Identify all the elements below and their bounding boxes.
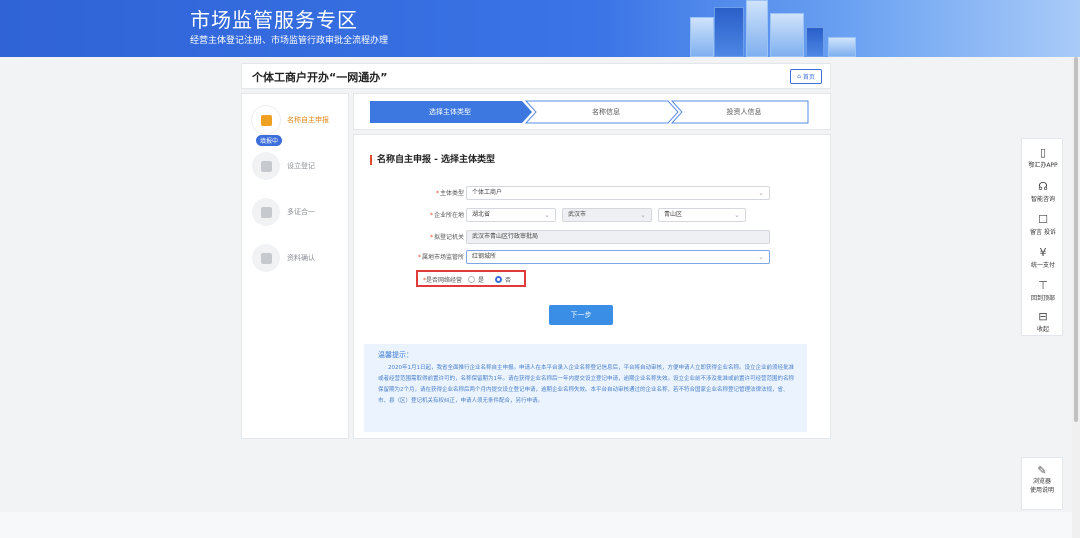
- next-step-button[interactable]: 下一步: [549, 305, 613, 325]
- toolbar-message-label: 留言 投诉: [1030, 229, 1056, 236]
- toolbar-message[interactable]: ☐ 留言 投诉: [1022, 213, 1064, 237]
- chevron-down-icon: ⌄: [758, 253, 764, 261]
- scrollbar-thumb[interactable]: [1074, 57, 1078, 422]
- supervision-office-select[interactable]: 红钢城所 ⌄: [466, 250, 770, 264]
- entity-type-label: *主体类型: [435, 190, 464, 197]
- step-multi-certificate[interactable]: 多证合一: [252, 198, 315, 226]
- online-business-radio-group: *是否网络经营 是 否: [416, 270, 526, 287]
- banner-subtitle: 经营主体登记注册、市场监管行政审批全流程办理: [190, 36, 389, 46]
- toolbar-collapse-label: 收起: [1036, 326, 1049, 333]
- toolbar-top-label: 回到顶部: [1030, 295, 1055, 302]
- step-label: 名称自主申报: [287, 116, 329, 124]
- step-label: 资料确认: [287, 254, 315, 262]
- notice-heading: 温馨提示：: [378, 351, 413, 359]
- step-establishment-registration[interactable]: 设立登记: [252, 152, 315, 180]
- document-icon: [252, 244, 280, 272]
- edit-icon: [252, 106, 280, 134]
- page-scrollbar[interactable]: [1072, 57, 1080, 538]
- chevron-down-icon: ⌄: [758, 189, 764, 197]
- toolbar-app[interactable]: ▯ 鄂汇办APP: [1022, 146, 1064, 170]
- back-to-top-icon: ⊤: [1038, 279, 1048, 292]
- radio-no-label: 否: [505, 277, 512, 284]
- toolbar-payment-label: 统一支付: [1030, 262, 1055, 269]
- supervision-office-label: *属地市场监管所: [417, 254, 464, 261]
- toolbar-app-label: 鄂汇办APP: [1028, 162, 1058, 169]
- banner-title: 市场监管服务专区: [190, 8, 358, 32]
- district-select[interactable]: 青山区 ⌄: [658, 208, 746, 222]
- location-row: *企业所在地 湖北省 ⌄ 武汉市 ⌄ 青山区 ⌄: [354, 208, 832, 222]
- home-button[interactable]: ⌂ 首页: [790, 69, 822, 84]
- online-business-label: *是否网络经营: [423, 277, 463, 284]
- browser-help-label: 浏览器 使用说明: [1029, 478, 1054, 494]
- entity-type-select[interactable]: 个体工商户 ⌄: [466, 186, 770, 200]
- location-label: *企业所在地: [429, 212, 464, 219]
- browser-help-button[interactable]: ✎ 浏览器 使用说明: [1021, 457, 1063, 510]
- section-title: 名称自主申报 - 选择主体类型: [370, 155, 495, 165]
- process-steps-sidebar: 名称自主申报 填报中 设立登记 多证合一 资料确认: [241, 93, 349, 439]
- toolbar-consult-label: 智能咨询: [1030, 196, 1055, 203]
- feather-icon: ✎: [1037, 464, 1047, 477]
- step-label: 多证合一: [287, 208, 315, 216]
- page-title: 个体工商户开办“一网通办”: [252, 71, 388, 84]
- collapse-icon: ⊟: [1038, 310, 1048, 323]
- mobile-icon: ▯: [1039, 146, 1047, 159]
- notice-box: 温馨提示： 2020年1月1日起，我省全面推行企业名称自主申报。申请人在本平台录…: [364, 344, 807, 432]
- city-select[interactable]: 武汉市 ⌄: [562, 208, 652, 222]
- message-icon: ☐: [1038, 213, 1048, 226]
- registration-authority-row: *拟登记机关 武汉市青山区行政审批局: [354, 230, 832, 244]
- chevron-down-icon: ⌄: [640, 211, 646, 219]
- step-label: 设立登记: [287, 162, 315, 170]
- toolbar-collapse[interactable]: ⊟ 收起: [1022, 310, 1064, 334]
- chevron-down-icon: ⌄: [544, 211, 550, 219]
- radio-yes-label: 是: [478, 277, 485, 284]
- step-document-confirmation[interactable]: 资料确认: [252, 244, 315, 272]
- registration-authority-label: *拟登记机关: [429, 234, 464, 241]
- toolbar-payment[interactable]: ¥ 统一支付: [1022, 246, 1064, 270]
- radio-yes[interactable]: [468, 276, 475, 283]
- form-icon: [252, 152, 280, 180]
- progress-step-investor-info[interactable]: 投资人信息: [680, 101, 808, 123]
- radio-no[interactable]: [495, 276, 502, 283]
- page-banner: 市场监管服务专区 经营主体登记注册、市场监管行政审批全流程办理: [0, 0, 1080, 57]
- supervision-office-row: *属地市场监管所 红钢城所 ⌄: [354, 250, 832, 264]
- entity-type-row: *主体类型 个体工商户 ⌄: [354, 186, 832, 200]
- province-select[interactable]: 湖北省 ⌄: [466, 208, 556, 222]
- status-badge: 填报中: [256, 135, 283, 146]
- toolbar-back-to-top[interactable]: ⊤ 回到顶部: [1022, 279, 1064, 303]
- progress-step-name-info[interactable]: 名称信息: [534, 101, 678, 123]
- payment-icon: ¥: [1039, 246, 1047, 259]
- notice-body: 2020年1月1日起，我省全面推行企业名称自主申报。申请人在本平台录入企业名称登…: [378, 365, 795, 404]
- home-label: 首页: [802, 74, 815, 81]
- headset-icon: ☊: [1038, 180, 1048, 193]
- chevron-down-icon: ⌄: [734, 211, 740, 219]
- page-title-bar: 个体工商户开办“一网通办” ⌂ 首页: [241, 63, 831, 89]
- footer-band: [0, 512, 1072, 538]
- registration-authority-select[interactable]: 武汉市青山区行政审批局: [466, 230, 770, 244]
- home-icon: ⌂: [797, 73, 801, 80]
- certificate-icon: [252, 198, 280, 226]
- right-toolbar: ▯ 鄂汇办APP ☊ 智能咨询 ☐ 留言 投诉 ¥ 统一支付 ⊤ 回到顶部 ⊟ …: [1021, 138, 1063, 336]
- toolbar-smart-consult[interactable]: ☊ 智能咨询: [1022, 180, 1064, 204]
- progress-step-entity-type[interactable]: 选择主体类型: [370, 101, 530, 123]
- progress-steps: 选择主体类型 名称信息 投资人信息: [353, 93, 831, 130]
- step-name-declaration[interactable]: 名称自主申报: [252, 106, 329, 134]
